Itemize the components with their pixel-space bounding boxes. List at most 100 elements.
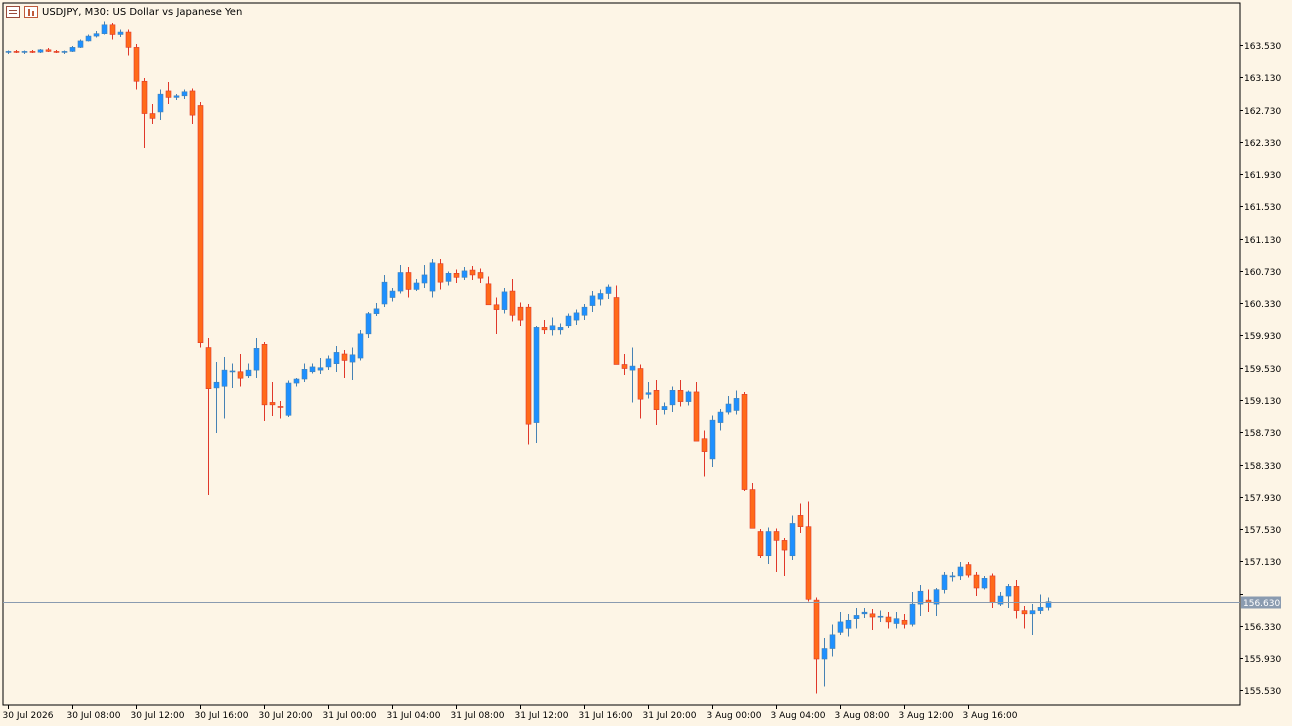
candle	[333, 345, 340, 372]
candle	[629, 347, 636, 403]
candle	[37, 48, 44, 54]
candle-body	[885, 616, 892, 623]
candle-body	[733, 398, 740, 411]
candle-body	[677, 390, 684, 402]
candle	[693, 382, 700, 442]
candle-body	[341, 353, 348, 361]
candle-body	[53, 51, 60, 53]
candle-body	[909, 603, 916, 625]
candle	[397, 265, 404, 294]
candle-body	[45, 49, 52, 52]
candle	[1037, 594, 1044, 614]
candle-body	[837, 621, 844, 633]
candle-body	[365, 313, 372, 335]
candle	[885, 612, 892, 629]
candle	[237, 354, 244, 387]
candle-body	[517, 306, 524, 321]
candle-body	[381, 281, 388, 305]
candle-body	[469, 269, 476, 276]
x-tick-label: 31 Jul 20:00	[643, 711, 697, 721]
candles-layer	[5, 21, 1052, 694]
candle	[469, 266, 476, 280]
candle-body	[405, 272, 412, 290]
candle	[173, 94, 180, 100]
candle	[109, 23, 116, 40]
candle	[197, 102, 204, 348]
candle-body	[797, 515, 804, 527]
candle	[965, 562, 972, 578]
candle	[285, 380, 292, 417]
candle-body	[773, 531, 780, 541]
candle	[213, 362, 220, 434]
candle	[365, 312, 372, 338]
y-tick-label: 162.730	[1244, 107, 1281, 117]
candle	[261, 341, 268, 421]
candle	[909, 592, 916, 627]
candle	[525, 303, 532, 445]
y-tick-label: 163.530	[1244, 42, 1281, 52]
y-tick-label: 157.130	[1244, 558, 1281, 568]
candle	[317, 358, 324, 375]
candle	[269, 382, 276, 417]
candle	[517, 302, 524, 326]
candle-body	[173, 95, 180, 98]
candle	[645, 382, 652, 399]
candle	[189, 88, 196, 125]
candle-body	[901, 619, 908, 625]
candle	[1045, 597, 1052, 611]
candle	[61, 50, 68, 54]
candle-body	[269, 402, 276, 406]
candle-body	[1037, 607, 1044, 611]
candle	[349, 347, 356, 380]
candle-body	[781, 540, 788, 551]
candle	[549, 317, 556, 336]
candle-body	[373, 308, 380, 314]
candle-body	[485, 283, 492, 306]
candle-body	[829, 634, 836, 649]
candle	[589, 291, 596, 313]
candle-body	[1029, 610, 1036, 615]
chart-window[interactable]: USDJPY, M30: US Dollar vs Japanese Yen 1…	[0, 0, 1292, 726]
candle	[429, 258, 436, 298]
candle-body	[221, 369, 228, 387]
candle-body	[533, 327, 540, 423]
candle-body	[717, 411, 724, 423]
candle	[917, 584, 924, 617]
candle-body	[397, 272, 404, 292]
candle-body	[77, 40, 84, 48]
candle-body	[245, 369, 252, 377]
candle	[869, 608, 876, 630]
candle	[701, 430, 708, 477]
candle	[101, 21, 108, 35]
candle-body	[989, 575, 996, 603]
candle-body	[277, 406, 284, 408]
x-tick-label: 3 Aug 00:00	[707, 711, 762, 721]
price-chart[interactable]: 156.630 163.530 163.130 162.730 162.330 161.…	[0, 0, 1292, 726]
candle	[229, 363, 236, 388]
y-tick-label: 159.930	[1244, 332, 1281, 342]
candle-body	[21, 51, 28, 53]
candle	[661, 402, 668, 415]
x-tick-label: 3 Aug 04:00	[771, 711, 826, 721]
time-axis: 30 Jul 2026 30 Jul 08:00 30 Jul 12:00 30 Ju…	[3, 705, 1018, 721]
x-tick-label: 3 Aug 16:00	[963, 711, 1018, 721]
candle-body	[805, 526, 812, 600]
candle-body	[309, 366, 316, 373]
candle	[717, 408, 724, 431]
candle-body	[581, 306, 588, 316]
candle	[709, 415, 716, 467]
candle-body	[429, 262, 436, 292]
x-tick-label: 30 Jul 20:00	[259, 711, 313, 721]
candle-body	[957, 566, 964, 577]
candle-body	[213, 381, 220, 389]
candle-body	[253, 348, 260, 371]
candle-body	[741, 394, 748, 490]
candle	[509, 278, 516, 322]
candle	[413, 278, 420, 292]
candle-body	[893, 618, 900, 624]
candle-body	[949, 575, 956, 578]
y-tick-label: 155.930	[1244, 655, 1281, 665]
candle	[757, 529, 764, 559]
y-tick-label: 161.130	[1244, 236, 1281, 246]
candle-body	[285, 382, 292, 416]
